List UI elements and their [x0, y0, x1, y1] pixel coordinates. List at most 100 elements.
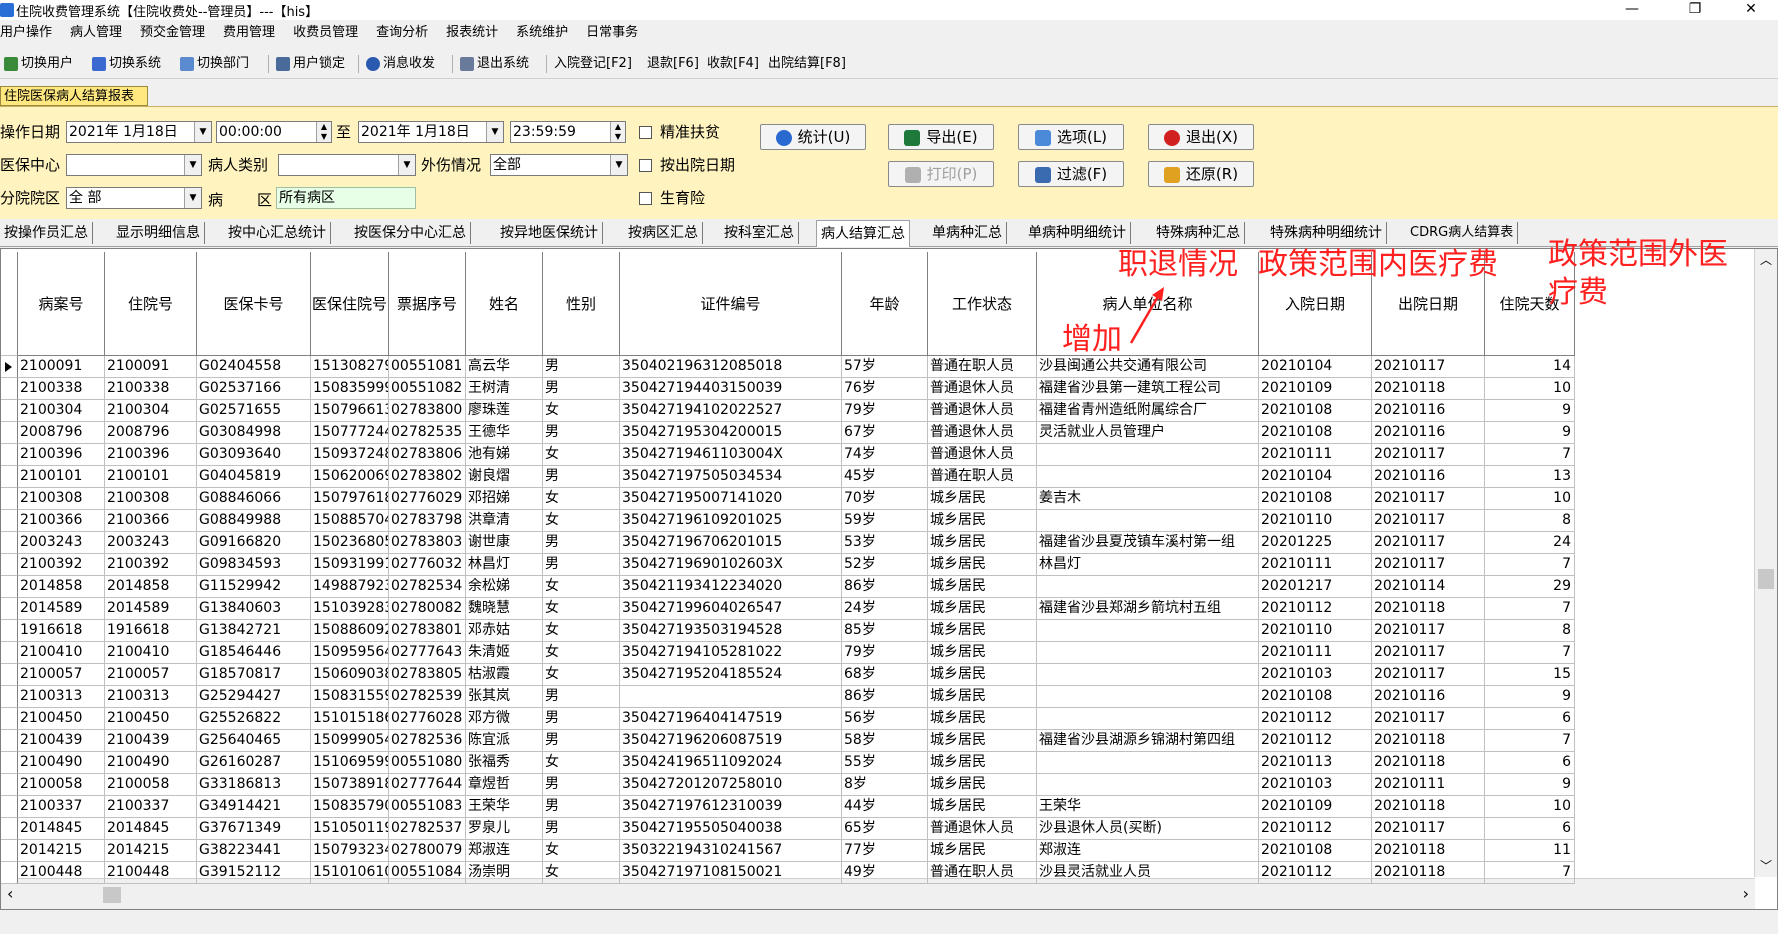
- table-cell[interactable]: 2100490: [105, 752, 197, 774]
- table-cell[interactable]: 2100337: [105, 796, 197, 818]
- table-cell[interactable]: 24: [1485, 532, 1575, 554]
- table-cell[interactable]: 7: [1485, 730, 1575, 752]
- table-cell[interactable]: 2100091: [105, 356, 197, 378]
- table-cell[interactable]: [1037, 642, 1259, 664]
- table-cell[interactable]: 20210113: [1259, 752, 1372, 774]
- table-cell[interactable]: 20210118: [1372, 796, 1485, 818]
- table-cell[interactable]: 350427199604026547: [620, 598, 842, 620]
- table-cell[interactable]: 普通在职人员: [928, 862, 1037, 884]
- table-cell[interactable]: 2100101: [105, 466, 197, 488]
- table-cell[interactable]: 58岁: [842, 730, 928, 752]
- table-cell[interactable]: 普通退休人员: [928, 378, 1037, 400]
- table-cell[interactable]: 城乡居民: [928, 576, 1037, 598]
- table-cell[interactable]: 20210117: [1372, 356, 1485, 378]
- table-cell[interactable]: 城乡居民: [928, 642, 1037, 664]
- table-cell[interactable]: 149887923: [311, 576, 389, 598]
- table-cell[interactable]: 20210111: [1259, 642, 1372, 664]
- table-cell[interactable]: 350427196706201015: [620, 532, 842, 554]
- table-cell[interactable]: 20210108: [1259, 488, 1372, 510]
- row-indicator[interactable]: [1, 422, 18, 444]
- patient-type-select[interactable]: ▼: [278, 154, 416, 176]
- vertical-scroll-thumb[interactable]: [1758, 569, 1774, 589]
- tab-single-disease-detail[interactable]: 单病种明细统计: [1028, 222, 1131, 244]
- scroll-down-icon[interactable]: ﹀: [1760, 857, 1772, 874]
- table-cell[interactable]: 151308279: [311, 356, 389, 378]
- table-cell[interactable]: 02783805: [389, 664, 466, 686]
- table-cell[interactable]: 79岁: [842, 642, 928, 664]
- table-cell[interactable]: 02776029: [389, 488, 466, 510]
- table-cell[interactable]: 350402196312085018: [620, 356, 842, 378]
- chevron-down-icon[interactable]: ▼: [194, 122, 211, 142]
- menu-patient-mgmt[interactable]: 病人管理: [70, 22, 122, 44]
- table-cell[interactable]: 王德华: [466, 422, 543, 444]
- table-cell[interactable]: G04045819: [197, 466, 311, 488]
- table-cell[interactable]: 350427196404147519: [620, 708, 842, 730]
- menu-fees[interactable]: 费用管理: [223, 22, 275, 44]
- table-cell[interactable]: 20210117: [1372, 620, 1485, 642]
- table-cell[interactable]: 女: [543, 576, 620, 598]
- table-cell[interactable]: 郑淑连: [1037, 840, 1259, 862]
- table-cell[interactable]: [1037, 686, 1259, 708]
- table-cell[interactable]: 56岁: [842, 708, 928, 730]
- table-cell[interactable]: 普通退休人员: [928, 818, 1037, 840]
- table-cell[interactable]: 城乡居民: [928, 840, 1037, 862]
- table-cell[interactable]: 20210108: [1259, 400, 1372, 422]
- table-cell[interactable]: 2014858: [18, 576, 105, 598]
- tab-single-disease[interactable]: 单病种汇总: [932, 222, 1007, 244]
- table-cell[interactable]: G25526822: [197, 708, 311, 730]
- table-cell[interactable]: G13842721: [197, 620, 311, 642]
- settlement-grid[interactable]: ︿ ﹀ ‹ › 病案号 住院号 医保卡号 医保住院号 票据序号 姓名 性别 证件编号 年龄 工作状…: [0, 248, 1778, 910]
- table-cell[interactable]: 王树清: [466, 378, 543, 400]
- table-cell[interactable]: 02783801: [389, 620, 466, 642]
- table-cell[interactable]: 2100101: [18, 466, 105, 488]
- table-cell[interactable]: G37671349: [197, 818, 311, 840]
- insurance-center-select[interactable]: ▼: [66, 154, 202, 176]
- table-cell[interactable]: 76岁: [842, 378, 928, 400]
- table-cell[interactable]: 00551084: [389, 862, 466, 884]
- table-cell[interactable]: 151015186: [311, 708, 389, 730]
- table-cell[interactable]: 150886092: [311, 620, 389, 642]
- table-cell[interactable]: 00551081: [389, 356, 466, 378]
- table-cell[interactable]: 2008796: [105, 422, 197, 444]
- table-cell[interactable]: 2100392: [18, 554, 105, 576]
- table-cell[interactable]: 55岁: [842, 752, 928, 774]
- row-indicator[interactable]: [1, 642, 18, 664]
- injury-select[interactable]: 全部 ▼: [490, 154, 628, 176]
- table-cell[interactable]: 350427197108150021: [620, 862, 842, 884]
- table-cell[interactable]: 350427195505040038: [620, 818, 842, 840]
- table-cell[interactable]: 77岁: [842, 840, 928, 862]
- menu-system[interactable]: 系统维护: [516, 22, 568, 44]
- table-cell[interactable]: 福建省沙县湖源乡锦湖村第四组: [1037, 730, 1259, 752]
- table-cell[interactable]: 14: [1485, 356, 1575, 378]
- table-cell[interactable]: 城乡居民: [928, 686, 1037, 708]
- table-cell[interactable]: 城乡居民: [928, 796, 1037, 818]
- table-cell[interactable]: 8岁: [842, 774, 928, 796]
- table-cell[interactable]: 张福秀: [466, 752, 543, 774]
- scroll-right-icon[interactable]: ›: [1743, 884, 1749, 903]
- header-col-name[interactable]: 姓名: [466, 252, 543, 356]
- table-cell[interactable]: 城乡居民: [928, 664, 1037, 686]
- table-cell[interactable]: 8: [1485, 620, 1575, 642]
- table-cell[interactable]: 男: [543, 774, 620, 796]
- table-cell[interactable]: 2008796: [18, 422, 105, 444]
- table-cell[interactable]: 151039283: [311, 598, 389, 620]
- table-cell[interactable]: [1037, 708, 1259, 730]
- table-cell[interactable]: 02777643: [389, 642, 466, 664]
- table-cell[interactable]: 74岁: [842, 444, 928, 466]
- table-cell[interactable]: G18570817: [197, 664, 311, 686]
- export-button[interactable]: 导出(E): [888, 124, 994, 150]
- maximize-button[interactable]: ❐: [1673, 0, 1717, 20]
- table-cell[interactable]: 9: [1485, 774, 1575, 796]
- table-cell[interactable]: 20210117: [1372, 532, 1485, 554]
- table-cell[interactable]: 城乡居民: [928, 730, 1037, 752]
- table-cell[interactable]: 20210112: [1259, 862, 1372, 884]
- table-cell[interactable]: 02782539: [389, 686, 466, 708]
- table-cell[interactable]: 20210118: [1372, 730, 1485, 752]
- table-cell[interactable]: 20210114: [1372, 576, 1485, 598]
- table-cell[interactable]: 6: [1485, 818, 1575, 840]
- menu-cashier[interactable]: 收费员管理: [293, 22, 358, 44]
- table-cell[interactable]: G25640465: [197, 730, 311, 752]
- branch-select[interactable]: 全 部 ▼: [66, 187, 202, 209]
- header-col-id-no[interactable]: 证件编号: [620, 252, 842, 356]
- table-cell[interactable]: 王荣华: [466, 796, 543, 818]
